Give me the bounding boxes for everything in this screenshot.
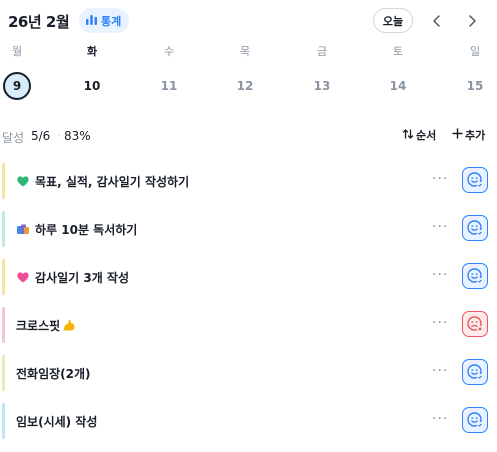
day-number: 9	[3, 72, 31, 100]
day-number: 12	[236, 79, 254, 93]
day-of-week: 화	[86, 45, 98, 58]
day-column[interactable]: 일 15	[455, 44, 495, 100]
day-of-week: 토	[392, 45, 404, 58]
day-column[interactable]: 금 13	[302, 44, 342, 100]
task-color-bar	[2, 307, 5, 343]
task-title[interactable]: 하루 10분 독서하기	[16, 221, 137, 238]
day-of-week: 목	[239, 45, 251, 58]
more-options-icon[interactable]: ···	[432, 315, 448, 331]
day-of-week: 월	[11, 45, 23, 58]
task-row[interactable]: 크로스핏 ···	[2, 303, 497, 347]
calendar-header: 26년 2월 통계 오늘	[0, 0, 497, 40]
achievement-label: 달성	[2, 131, 25, 145]
more-options-icon[interactable]: ···	[432, 363, 448, 379]
day-column[interactable]: 수 11	[149, 44, 189, 100]
day-number: 15	[466, 79, 484, 93]
task-row[interactable]: 하루 10분 독서하기 ···	[2, 207, 497, 251]
task-row[interactable]: 목표, 실적, 감사일기 작성하기 ···	[2, 159, 497, 203]
task-title[interactable]: 임보(시세) 작성	[16, 413, 97, 430]
task-color-bar	[2, 211, 5, 247]
day-column[interactable]: 월 9	[0, 44, 37, 100]
day-column[interactable]: 화 10	[72, 44, 112, 100]
more-options-icon[interactable]: ···	[432, 267, 448, 283]
task-title[interactable]: 목표, 실적, 감사일기 작성하기	[16, 173, 189, 190]
green-heart-icon	[16, 174, 30, 188]
day-number: 14	[389, 79, 407, 93]
status-smile-button[interactable]	[462, 407, 488, 433]
task-title-text: 목표, 실적, 감사일기 작성하기	[35, 175, 190, 189]
week-strip: 월 9 화 10 수 11 목 12 금 13 토 14 일 15	[0, 44, 497, 104]
task-color-bar	[2, 259, 5, 295]
books-icon	[16, 222, 30, 236]
chevron-right-icon[interactable]	[461, 10, 483, 32]
day-column[interactable]: 목 12	[225, 44, 265, 100]
task-color-bar	[2, 403, 5, 439]
task-title-text: 크로스핏	[16, 319, 61, 333]
flexed-biceps-icon	[62, 318, 76, 332]
day-number: 11	[160, 79, 178, 93]
plus-icon	[452, 128, 463, 142]
status-sad-button[interactable]	[462, 311, 488, 337]
task-row[interactable]: 전화임장(2개) ···	[2, 351, 497, 395]
task-color-bar	[2, 163, 5, 199]
pink-heart-icon	[16, 270, 30, 284]
status-smile-button[interactable]	[462, 359, 488, 385]
add-button[interactable]: 추가	[452, 127, 485, 143]
achievement-percent: 83%	[64, 129, 91, 143]
stats-label: 통계	[101, 14, 122, 28]
task-title[interactable]: 감사일기 3개 작성	[16, 269, 129, 286]
summary-separator: ·	[57, 129, 61, 143]
chevron-left-icon[interactable]	[426, 10, 448, 32]
day-number: 10	[83, 79, 101, 93]
stats-button[interactable]: 통계	[79, 8, 130, 33]
more-options-icon[interactable]: ···	[432, 411, 448, 427]
day-column[interactable]: 토 14	[378, 44, 418, 100]
order-button[interactable]: 순서	[402, 127, 436, 143]
task-title-text: 전화임장(2개)	[16, 367, 91, 381]
day-of-week: 일	[469, 45, 481, 58]
day-number: 13	[313, 79, 331, 93]
more-options-icon[interactable]: ···	[432, 171, 448, 187]
task-title[interactable]: 전화임장(2개)	[16, 365, 91, 382]
task-color-bar	[2, 355, 5, 391]
task-row[interactable]: 감사일기 3개 작성 ···	[2, 255, 497, 299]
today-button[interactable]: 오늘	[373, 8, 413, 33]
add-label: 추가	[465, 129, 486, 142]
task-title[interactable]: 크로스핏	[16, 317, 76, 334]
task-title-text: 감사일기 3개 작성	[35, 271, 129, 285]
achievement-count: 5/6	[31, 129, 51, 143]
status-smile-button[interactable]	[462, 263, 488, 289]
status-smile-button[interactable]	[462, 167, 488, 193]
order-label: 순서	[416, 129, 437, 142]
task-title-text: 하루 10분 독서하기	[35, 223, 138, 237]
task-row[interactable]: 임보(시세) 작성 ···	[2, 399, 497, 443]
month-title: 26년 2월	[8, 13, 70, 31]
achievement-summary: 달성 5/6 · 83% 순서 추가	[0, 126, 497, 146]
sort-arrows-icon	[402, 128, 414, 143]
status-smile-button[interactable]	[462, 215, 488, 241]
more-options-icon[interactable]: ···	[432, 219, 448, 235]
day-of-week: 금	[316, 45, 328, 58]
day-of-week: 수	[163, 45, 175, 58]
bar-chart-icon	[85, 11, 98, 30]
task-title-text: 임보(시세) 작성	[16, 415, 98, 429]
